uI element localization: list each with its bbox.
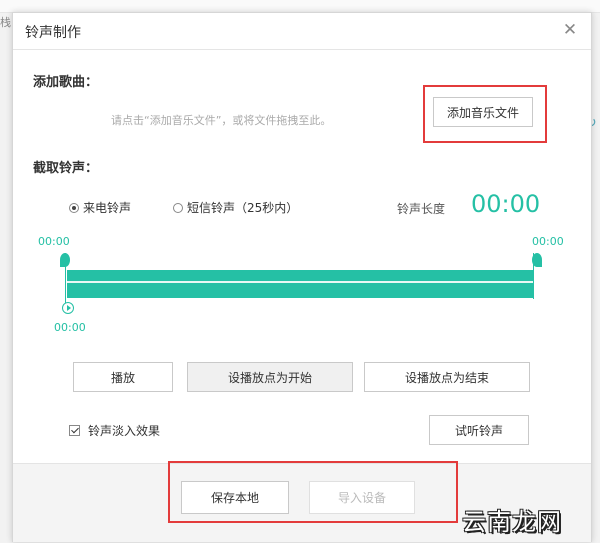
play-button[interactable]: 播放 <box>73 362 173 392</box>
track-center-line <box>67 281 533 283</box>
set-start-button[interactable]: 设播放点为开始 <box>187 362 353 392</box>
radio-call-ringtone[interactable]: 来电铃声 <box>69 199 131 216</box>
playhead-time-label: 00:00 <box>54 321 86 334</box>
ringtone-dialog: 铃声制作 ✕ 添加歌曲： 请点击“添加音乐文件”，或将文件拖拽至此。 添加音乐文… <box>12 12 592 542</box>
playhead-icon[interactable] <box>62 302 74 314</box>
drop-hint: 请点击“添加音乐文件”，或将文件拖拽至此。 <box>111 114 332 127</box>
close-icon[interactable]: ✕ <box>559 19 581 41</box>
preview-button[interactable]: 试听铃声 <box>429 415 529 445</box>
ringtone-length-value: 00:00 <box>471 190 541 218</box>
start-time-label: 00:00 <box>38 235 70 248</box>
save-local-button[interactable]: 保存本地 <box>181 481 289 514</box>
end-handle[interactable] <box>532 253 542 267</box>
add-music-file-button[interactable]: 添加音乐文件 <box>433 97 533 127</box>
start-handle[interactable] <box>60 253 70 267</box>
radio-selected-icon <box>69 202 79 213</box>
radio-unselected-icon <box>173 202 183 213</box>
set-end-button[interactable]: 设播放点为结束 <box>364 362 530 392</box>
radio-sms-label: 短信铃声（25秒内） <box>187 201 299 215</box>
background-text-fragment: 栈 <box>0 16 11 29</box>
add-song-label: 添加歌曲： <box>33 75 99 90</box>
cut-ringtone-label: 截取铃声： <box>33 161 99 176</box>
dialog-title: 铃声制作 <box>25 25 81 41</box>
dialog-title-bar: 铃声制作 ✕ <box>13 13 591 50</box>
radio-sms-ringtone[interactable]: 短信铃声（25秒内） <box>173 199 298 216</box>
watermark-logo: 云南龙网 <box>462 508 562 536</box>
waveform-track[interactable] <box>67 270 533 298</box>
import-device-button[interactable]: 导入设备 <box>309 481 415 514</box>
end-time-label: 00:00 <box>532 235 564 248</box>
checkbox-checked-icon <box>69 425 80 436</box>
radio-call-label: 来电铃声 <box>83 201 132 215</box>
fade-in-label: 铃声淡入效果 <box>88 424 161 438</box>
fade-in-option[interactable]: 铃声淡入效果 <box>69 422 160 439</box>
ringtone-length-label: 铃声长度 <box>397 202 446 216</box>
